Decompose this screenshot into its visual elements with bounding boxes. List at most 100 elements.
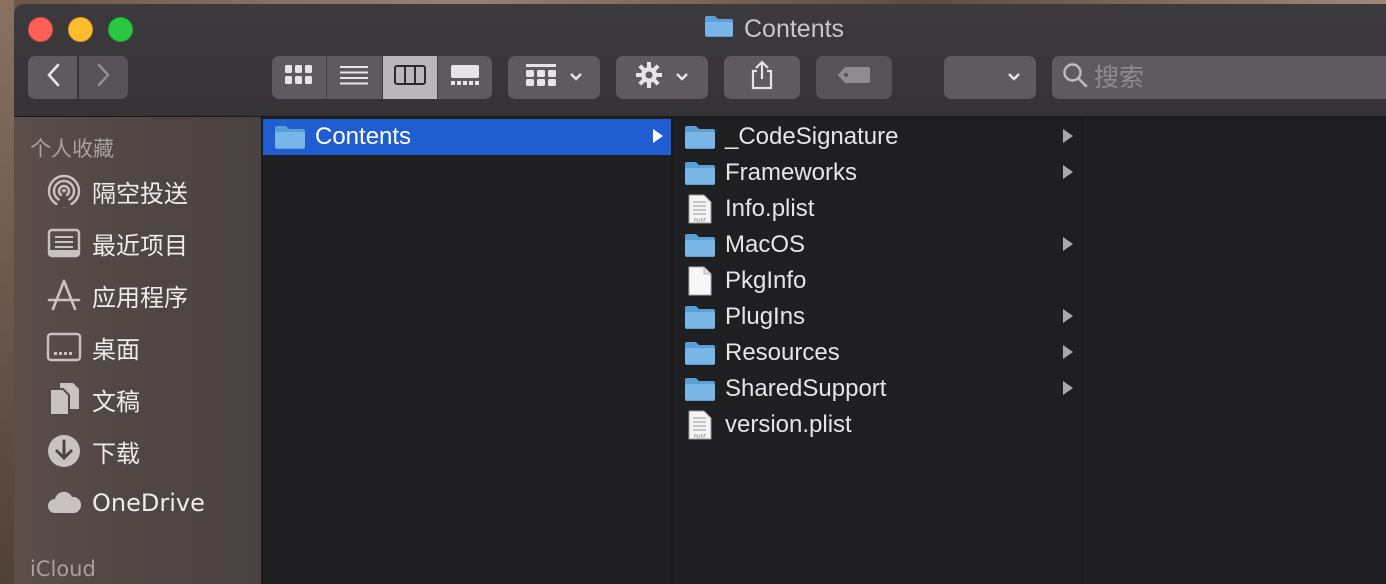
minimize-button[interactable] <box>68 17 93 42</box>
icon-grid-icon <box>284 64 314 91</box>
sidebar-item-airdrop[interactable]: 隔空投送 <box>44 171 188 211</box>
column-view-button[interactable] <box>382 56 438 99</box>
item-name: MacOS <box>725 231 806 258</box>
list-item[interactable]: PLIST Info.plist <box>673 191 1081 227</box>
list-item[interactable]: PkgInfo <box>673 263 1081 299</box>
chevron-down-icon <box>1007 69 1021 87</box>
title-bar: Contents <box>14 4 1386 117</box>
icloud-header: iCloud <box>30 557 96 581</box>
action-button[interactable] <box>616 56 708 99</box>
path-dropdown[interactable] <box>944 56 1036 99</box>
chevron-down-icon <box>675 69 689 87</box>
folder-icon <box>683 305 717 329</box>
cloud-icon <box>44 483 84 523</box>
folder-icon <box>683 341 717 365</box>
group-icon <box>525 63 557 92</box>
sidebar-item-label: 最近项目 <box>92 231 188 260</box>
folder-icon <box>683 125 717 149</box>
list-item[interactable]: Contents <box>263 119 671 155</box>
item-name: version.plist <box>725 411 852 438</box>
search-field[interactable] <box>1052 56 1386 99</box>
tag-icon <box>837 66 871 89</box>
view-mode-control <box>272 56 492 99</box>
plist-file-icon: PLIST <box>683 194 717 224</box>
folder-icon <box>704 15 734 44</box>
sidebar-item-label: 应用程序 <box>92 283 188 312</box>
list-item[interactable]: PlugIns <box>673 299 1081 335</box>
sidebar: 个人收藏 隔空投送 最近项目 应用程序 桌面 文稿 下载 OneDrive iC… <box>14 117 263 584</box>
disclosure-arrow-icon <box>653 129 663 143</box>
sidebar-item-label: 隔空投送 <box>92 179 188 208</box>
column-2: _CodeSignature Frameworks PLIST Info.pli… <box>673 117 1083 584</box>
search-input[interactable] <box>1094 63 1354 92</box>
sidebar-item-label: OneDrive <box>92 489 205 517</box>
nav-group <box>28 56 128 99</box>
chevron-left-icon <box>46 63 60 92</box>
sidebar-item-documents[interactable]: 文稿 <box>44 379 140 419</box>
tags-button[interactable] <box>816 56 892 99</box>
applications-icon <box>44 275 84 315</box>
downloads-icon <box>44 431 84 471</box>
favorites-header: 个人收藏 <box>30 137 114 161</box>
chevron-down-icon <box>569 69 583 87</box>
item-name: Contents <box>315 123 412 150</box>
close-button[interactable] <box>28 17 53 42</box>
sidebar-item-onedrive[interactable]: OneDrive <box>44 483 205 523</box>
disclosure-arrow-icon <box>1063 381 1073 395</box>
disclosure-arrow-icon <box>1063 237 1073 251</box>
share-icon <box>750 60 774 95</box>
gear-icon <box>635 61 663 94</box>
sidebar-item-desktop[interactable]: 桌面 <box>44 327 140 367</box>
item-name: PkgInfo <box>725 267 807 294</box>
item-name: Frameworks <box>725 159 858 186</box>
plist-file-icon: PLIST <box>683 410 717 440</box>
disclosure-arrow-icon <box>1063 345 1073 359</box>
list-item[interactable]: _CodeSignature <box>673 119 1081 155</box>
chevron-right-icon <box>97 63 111 92</box>
window-title: Contents <box>704 14 844 44</box>
sidebar-item-label: 桌面 <box>92 335 140 364</box>
back-button[interactable] <box>28 56 77 99</box>
sidebar-item-downloads[interactable]: 下载 <box>44 431 140 471</box>
folder-icon <box>683 377 717 401</box>
documents-icon <box>44 379 84 419</box>
document-icon <box>683 266 717 296</box>
sidebar-item-applications[interactable]: 应用程序 <box>44 275 188 315</box>
list-item[interactable]: Resources <box>673 335 1081 371</box>
sidebar-item-recents[interactable]: 最近项目 <box>44 223 188 263</box>
folder-icon <box>683 161 717 185</box>
list-item[interactable]: SharedSupport <box>673 371 1081 407</box>
list-view-button[interactable] <box>327 56 383 99</box>
plist-badge: PLIST <box>694 218 707 223</box>
gallery-view-button[interactable] <box>438 56 492 99</box>
folder-icon <box>683 233 717 257</box>
item-name: Info.plist <box>725 195 815 222</box>
disclosure-arrow-icon <box>1063 309 1073 323</box>
disclosure-arrow-icon <box>1063 165 1073 179</box>
share-button[interactable] <box>724 56 800 99</box>
finder-window: Contents 搜索 个人收藏 隔空投送 最近项目 应用程序 桌面 文稿 下载… <box>14 4 1386 584</box>
item-name: Resources <box>725 339 840 366</box>
column-1: Contents <box>263 117 673 584</box>
item-name: SharedSupport <box>725 375 887 402</box>
plist-badge: PLIST <box>694 434 707 439</box>
icon-view-button[interactable] <box>272 56 328 99</box>
search-icon <box>1062 62 1088 93</box>
window-title-text: Contents <box>744 14 845 43</box>
forward-button[interactable] <box>79 56 128 99</box>
zoom-button[interactable] <box>108 17 133 42</box>
list-item[interactable]: Frameworks <box>673 155 1081 191</box>
sidebar-item-label: 下载 <box>92 439 140 468</box>
sidebar-item-label: 文稿 <box>92 387 140 416</box>
column-3 <box>1083 117 1386 584</box>
recents-icon <box>44 223 84 263</box>
list-icon <box>339 65 369 90</box>
folder-icon <box>273 125 307 149</box>
item-name: _CodeSignature <box>725 123 899 150</box>
group-by-button[interactable] <box>508 56 600 99</box>
item-name: PlugIns <box>725 303 806 330</box>
list-item[interactable]: MacOS <box>673 227 1081 263</box>
list-item[interactable]: PLIST version.plist <box>673 407 1081 443</box>
columns-icon <box>393 65 426 90</box>
airdrop-icon <box>44 171 84 211</box>
